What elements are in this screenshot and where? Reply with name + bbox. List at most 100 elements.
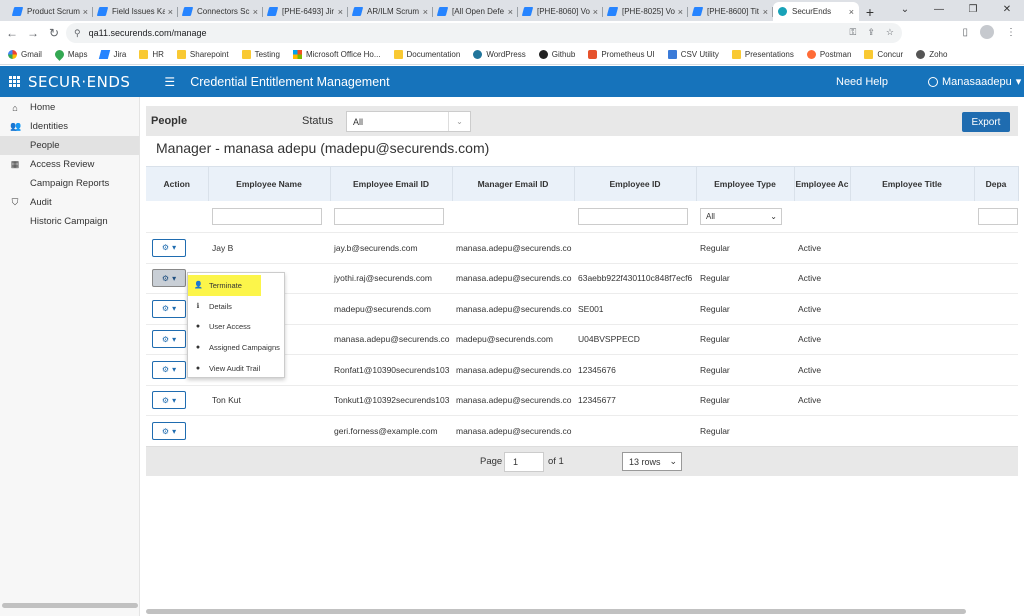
sidebar-item-identities[interactable]: 👥 Identities [0, 117, 139, 136]
bookmark-item[interactable]: Microsoft Office Ho... [292, 50, 381, 59]
minimize-icon[interactable]: — [922, 0, 956, 19]
kebab-menu-icon[interactable]: ⋮ [1006, 27, 1016, 38]
close-icon[interactable]: × [168, 7, 173, 17]
bookmark-item[interactable]: Documentation [393, 50, 460, 59]
export-button[interactable]: Export [962, 112, 1010, 132]
sidepanel-icon[interactable]: ▯ [962, 27, 968, 38]
browser-tab[interactable]: [PHE-6493] Jir × [263, 2, 348, 21]
bookmark-star-icon[interactable]: ☆ [886, 27, 894, 38]
apps-grid-icon[interactable] [9, 76, 20, 87]
close-icon[interactable]: × [763, 7, 768, 17]
employee-id-filter[interactable] [578, 207, 688, 225]
browser-tab[interactable]: Connectors Sc × [178, 2, 263, 21]
status-select[interactable]: All ⌄ [346, 111, 471, 132]
chevron-down-icon[interactable]: ⌄ [888, 0, 922, 19]
back-icon[interactable]: ← [3, 26, 21, 40]
sidebar-item-home[interactable]: ⌂ Home [0, 98, 139, 117]
row-action-button[interactable]: ⚙ ▾ [152, 238, 186, 257]
close-icon[interactable]: ✕ [990, 0, 1024, 19]
tab-label: Product Scrum [27, 7, 80, 16]
bookmark-item[interactable]: Zoho [916, 50, 947, 59]
employee-name-filter[interactable] [212, 207, 322, 225]
sidebar-item-campaign-reports[interactable]: Campaign Reports [0, 174, 139, 193]
column-header[interactable]: Employee Ac [794, 166, 851, 201]
menu-item-user-access[interactable]: ● User Access [188, 317, 284, 338]
department-filter[interactable] [978, 207, 1018, 225]
sidebar-scrollbar[interactable] [2, 603, 138, 608]
need-help-link[interactable]: Need Help [836, 76, 888, 88]
browser-tab[interactable]: [PHE-8600] Tit × [688, 2, 773, 21]
menu-item-terminate[interactable]: 👤 Terminate [188, 275, 261, 296]
info-icon: ℹ [196, 303, 200, 311]
url-field[interactable]: ⚲ qa11.securends.com/manage ⚿ ⇪ ☆ [66, 23, 902, 43]
bookmark-item[interactable]: Maps [53, 48, 87, 61]
forward-icon[interactable]: → [24, 26, 42, 40]
bookmark-item[interactable]: Jira [99, 50, 126, 59]
sidebar-item-access-review[interactable]: ▦ Access Review [0, 155, 139, 174]
bookmark-item[interactable]: Concur [864, 50, 903, 59]
user-menu[interactable]: Manasaadepu ▾ [928, 75, 1021, 88]
browser-tab[interactable]: AR/ILM Scrum × [348, 2, 433, 21]
close-icon[interactable]: × [678, 7, 683, 17]
bookmark-item[interactable]: Testing [241, 50, 280, 59]
browser-tab[interactable]: [PHE-8060] Vo × [518, 2, 603, 21]
close-icon[interactable]: × [849, 7, 854, 17]
close-icon[interactable]: × [83, 7, 88, 17]
bookmark-item[interactable]: Prometheus UI [588, 50, 655, 59]
menu-item-details[interactable]: ℹ Details [188, 296, 284, 317]
page-number-input[interactable]: 1 [504, 452, 544, 472]
row-action-button[interactable]: ⚙ ▾ [152, 360, 186, 379]
menu-item-view-audit-trail[interactable]: ● View Audit Trail [188, 358, 284, 379]
column-header[interactable]: Employee Title [850, 166, 975, 201]
browser-tab[interactable]: Product Scrum × [8, 2, 93, 21]
employee-type-filter[interactable]: All ⌄ [700, 207, 782, 225]
cell-title [850, 323, 974, 355]
close-icon[interactable]: × [423, 7, 428, 17]
bookmark-item[interactable]: Postman [806, 50, 851, 59]
rows-per-page-select[interactable]: 13 rows ⌄ [622, 452, 682, 471]
bookmark-item[interactable]: Sharepoint [176, 50, 229, 59]
key-icon[interactable]: ⚿ [850, 27, 857, 38]
row-action-button[interactable]: ⚙ ▾ [152, 330, 186, 349]
browser-tab[interactable]: SecurEnds × [773, 2, 859, 21]
sidebar-item-people[interactable]: People [0, 136, 139, 155]
column-header[interactable]: Employee Type [696, 166, 795, 201]
profile-avatar[interactable] [980, 25, 994, 39]
bookmark-item[interactable]: WordPress [473, 50, 526, 59]
close-icon[interactable]: × [593, 7, 598, 17]
column-header[interactable]: Manager Email ID [452, 166, 575, 201]
restore-icon[interactable]: ❐ [956, 0, 990, 19]
bookmark-item[interactable]: HR [139, 50, 164, 59]
reload-icon[interactable]: ↻ [45, 26, 63, 40]
bookmark-item[interactable]: CSV Utility [667, 50, 719, 59]
column-header[interactable]: Action [146, 166, 209, 201]
column-header[interactable]: Employee Email ID [330, 166, 453, 201]
site-info-icon[interactable]: ⚲ [74, 28, 81, 39]
row-action-button[interactable]: ⚙ ▾ [152, 269, 186, 288]
browser-tab[interactable]: [All Open Defe × [433, 2, 518, 21]
browser-tab[interactable]: Field Issues Ka × [93, 2, 178, 21]
menu-item-assigned-campaigns[interactable]: ● Assigned Campaigns [188, 337, 284, 358]
cell-manager: manasa.adepu@securends.co [452, 262, 574, 294]
share-icon[interactable]: ⇪ [867, 27, 875, 38]
row-action-button[interactable]: ⚙ ▾ [152, 391, 186, 410]
row-action-button[interactable]: ⚙ ▾ [152, 299, 186, 318]
employee-email-filter[interactable] [334, 207, 444, 225]
menu-item-label: Assigned Campaigns [209, 343, 280, 353]
column-header[interactable]: Employee Name [208, 166, 331, 201]
sidebar-item-audit[interactable]: ⛉ Audit [0, 193, 139, 212]
hamburger-menu-icon[interactable]: ☰ [164, 75, 175, 89]
new-tab-button[interactable]: + [859, 2, 881, 21]
close-icon[interactable]: × [508, 7, 513, 17]
sidebar-item-historic-campaign[interactable]: Historic Campaign [0, 212, 139, 231]
bookmark-item[interactable]: Github [538, 50, 575, 59]
column-header[interactable]: Depa [974, 166, 1019, 201]
row-action-button[interactable]: ⚙ ▾ [152, 422, 186, 440]
horizontal-scrollbar[interactable] [146, 609, 966, 614]
close-icon[interactable]: × [253, 7, 258, 17]
bookmark-item[interactable]: Gmail [8, 50, 42, 59]
browser-tab[interactable]: [PHE-8025] Vo × [603, 2, 688, 21]
column-header[interactable]: Employee ID [574, 166, 697, 201]
close-icon[interactable]: × [338, 7, 343, 17]
bookmark-item[interactable]: Presentations [731, 50, 794, 59]
